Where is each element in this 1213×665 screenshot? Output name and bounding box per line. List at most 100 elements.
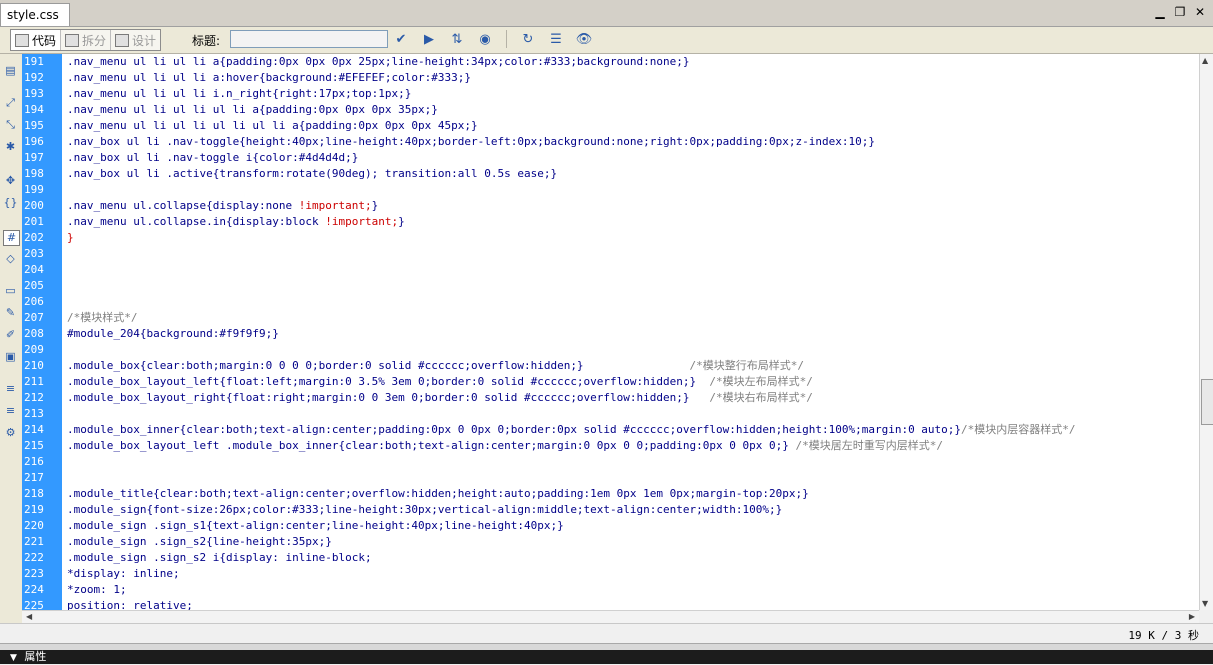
scroll-left-icon[interactable]: ◀ — [26, 611, 32, 623]
code-content: .nav_menu ul.collapse.in{display:block — [67, 215, 326, 228]
code-line: 197 .nav_box ul li .nav-toggle i{color:#4… — [22, 150, 1199, 166]
code-text: .nav_menu ul li ul li a:hover{background… — [67, 70, 471, 86]
code-text: .module_box_layout_left{float:left;margi… — [67, 374, 813, 390]
code-text: *zoom: 1; — [67, 582, 127, 598]
scroll-up-icon[interactable]: ▲ — [1202, 56, 1208, 65]
line-number: 209 — [24, 343, 44, 356]
outdent-code-icon[interactable]: ≡ — [3, 404, 18, 418]
properties-panel-header[interactable]: ▼ 属性 — [0, 650, 1213, 664]
status-bar: 19 K / 3 秒 — [0, 623, 1213, 644]
code-line: 203 — [22, 246, 1199, 262]
document-tab-style-css[interactable]: style.css — [0, 3, 70, 26]
vertical-scroll-thumb[interactable] — [1201, 379, 1213, 425]
design-view-button[interactable]: 设计 — [111, 30, 160, 50]
panel-splitter[interactable] — [0, 643, 1213, 650]
code-text: .module_title{clear:both;text-align:cent… — [67, 486, 809, 502]
code-comment: /*模块居左时重写内层样式*/ — [795, 439, 943, 452]
line-numbers-icon[interactable]: # — [3, 230, 20, 246]
code-view-label: 代码 — [32, 33, 57, 48]
code-content: .nav_menu ul li ul li ul li a{padding:0p… — [67, 103, 438, 116]
code-line: 210 .module_box{clear:both;margin:0 0 0 0… — [22, 358, 1199, 374]
validate-icon[interactable]: ✔ — [390, 30, 412, 48]
minimize-icon[interactable]: ▁ — [1153, 5, 1167, 19]
horizontal-scrollbar[interactable]: ◀ ▶ — [22, 610, 1199, 623]
code-line: 216 — [22, 454, 1199, 470]
code-line: 223 *display: inline; — [22, 566, 1199, 582]
code-text: .module_sign .sign_s2 i{display: inline-… — [67, 550, 372, 566]
code-content: .module_sign .sign_s2 i{display: inline-… — [67, 551, 372, 564]
code-line: 207 /*模块样式*/ — [22, 310, 1199, 326]
code-line: 222 .module_sign .sign_s2 i{display: inli… — [22, 550, 1199, 566]
view-options-icon[interactable]: ☰ — [545, 30, 567, 48]
code-content: #module_204{background:#f9f9f9;} — [67, 327, 279, 340]
title-input[interactable] — [230, 30, 388, 48]
format-source-icon[interactable]: ⚙ — [3, 426, 18, 440]
code-line: 192 .nav_menu ul li ul li a:hover{backgro… — [22, 70, 1199, 86]
line-number: 224 — [24, 583, 44, 596]
line-number: 211 — [24, 375, 44, 388]
highlight-invalid-code-icon[interactable]: ◇ — [3, 252, 18, 266]
expand-all-icon[interactable]: ✱ — [3, 140, 18, 154]
code-lines: 191 .nav_menu ul li ul li a{padding:0px 0… — [22, 54, 1199, 610]
code-line: 204 — [22, 262, 1199, 278]
collapse-selection-icon[interactable]: ⤡ — [3, 118, 18, 132]
upload-download-icon[interactable]: ⇅ — [446, 30, 468, 48]
apply-comment-icon[interactable]: ▭ — [3, 284, 18, 298]
code-view-button[interactable]: 代码 — [11, 30, 62, 50]
document-tab-bar: style.css ▁ ❐ ✕ — [0, 0, 1213, 27]
scroll-down-icon[interactable]: ▼ — [1202, 599, 1208, 608]
code-text: .module_box_layout_left .module_box_inne… — [67, 438, 943, 454]
code-text: .nav_box ul li .active{transform:rotate(… — [67, 166, 557, 182]
file-management-icon[interactable]: ▶ — [418, 30, 440, 48]
code-line: 200 .nav_menu ul.collapse{display:none !i… — [22, 198, 1199, 214]
code-content: .nav_box ul li .active{transform:rotate(… — [67, 167, 558, 180]
code-comment: /*模块内层容器样式*/ — [961, 423, 1076, 436]
code-line: 224 *zoom: 1; — [22, 582, 1199, 598]
expand-caret-icon[interactable]: ▼ — [10, 653, 17, 663]
code-content-tail: } — [371, 199, 379, 212]
code-line: 215 .module_box_layout_left .module_box_i… — [22, 438, 1199, 454]
line-number: 214 — [24, 423, 44, 436]
preview-browser-icon[interactable]: ◉ — [474, 30, 496, 48]
scroll-right-icon[interactable]: ▶ — [1189, 611, 1195, 623]
code-editor[interactable]: 191 .nav_menu ul li ul li a{padding:0px 0… — [22, 54, 1199, 610]
code-comment: /*模块右布局样式*/ — [709, 391, 813, 404]
line-number: 196 — [24, 135, 44, 148]
remove-comment-icon[interactable]: ✎ — [3, 306, 18, 320]
code-view-icon — [15, 33, 29, 47]
indent-code-icon[interactable]: ≡ — [3, 382, 18, 396]
line-number: 221 — [24, 535, 44, 548]
split-view-button[interactable]: 拆分 — [61, 30, 112, 50]
visual-aids-icon[interactable]: 👁 — [573, 30, 595, 48]
code-text: *display: inline; — [67, 566, 180, 582]
wrap-tag-icon[interactable]: ✐ — [3, 328, 18, 342]
code-content: .nav_box ul li .nav-toggle i{color:#4d4d… — [67, 151, 359, 164]
code-comment: /*模块整行布局样式*/ — [689, 359, 805, 372]
recent-snippets-icon[interactable]: ▣ — [3, 350, 18, 364]
view-mode-group: 代码 拆分 设计 — [10, 29, 162, 51]
code-content: .module_title{clear:both;text-align:cent… — [67, 487, 809, 500]
restore-icon[interactable]: ❐ — [1173, 5, 1187, 19]
title-label: 标题: — [192, 34, 221, 48]
code-line: 208 #module_204{background:#f9f9f9;} — [22, 326, 1199, 342]
code-line: 206 — [22, 294, 1199, 310]
code-line: 205 — [22, 278, 1199, 294]
split-view-label: 拆分 — [82, 33, 107, 48]
balance-braces-icon[interactable]: {} — [3, 196, 18, 210]
select-parent-tag-icon[interactable]: ✥ — [3, 174, 18, 188]
line-number: 198 — [24, 167, 44, 180]
code-content: .module_sign{font-size:26px;color:#333;l… — [67, 503, 783, 516]
code-content: .nav_box ul li .nav-toggle{height:40px;l… — [67, 135, 875, 148]
close-icon[interactable]: ✕ — [1193, 5, 1207, 19]
open-documents-icon[interactable]: ▤ — [3, 64, 18, 78]
line-number: 199 — [24, 183, 44, 196]
code-content: .module_box_inner{clear:both;text-align:… — [67, 423, 962, 436]
vertical-scrollbar[interactable]: ▲ ▼ — [1199, 54, 1213, 610]
line-number: 222 — [24, 551, 44, 564]
code-content: .nav_menu ul li ul li a{padding:0px 0px … — [67, 55, 690, 68]
line-number: 192 — [24, 71, 44, 84]
collapse-tag-icon[interactable]: ⤢ — [3, 96, 18, 110]
code-text: .nav_menu ul li ul li ul li a{padding:0p… — [67, 102, 438, 118]
refresh-icon[interactable]: ↻ — [517, 30, 539, 48]
code-comment: /*模块左布局样式*/ — [709, 375, 813, 388]
